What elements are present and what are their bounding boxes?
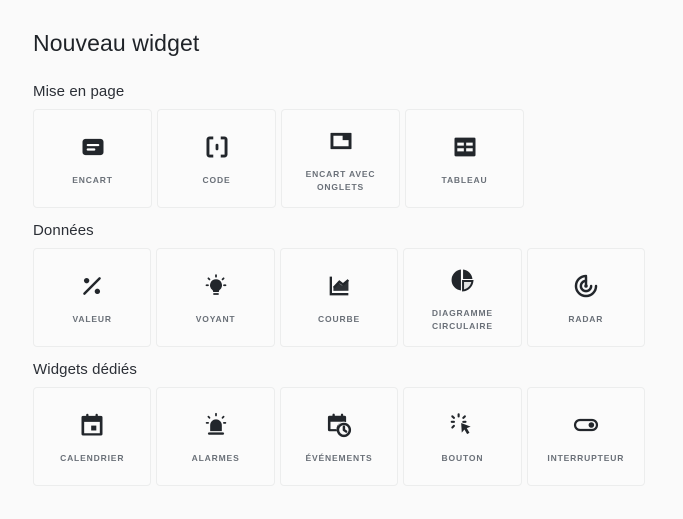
widget-card-diagramme-circulaire[interactable]: DIAGRAMME CIRCULAIRE: [403, 248, 522, 347]
widget-card-courbe[interactable]: COURBE: [279, 248, 399, 347]
widget-card-evenements[interactable]: ÉVÉNEMENTS: [279, 387, 399, 486]
section-mise-en-page: Mise en page ENCART CODE ENCART AVEC ONG…: [33, 83, 645, 208]
widget-card-label: VOYANT: [195, 314, 236, 324]
brackets-icon: [203, 130, 231, 164]
widget-card-bouton[interactable]: BOUTON: [403, 387, 522, 486]
panel-icon: [79, 130, 107, 164]
widget-card-label: ALARMES: [191, 453, 240, 463]
widget-card-radar[interactable]: RADAR: [526, 248, 646, 347]
widget-card-label: TABLEAU: [441, 175, 488, 185]
widget-card-label: INTERRUPTEUR: [547, 453, 625, 463]
page-title: Nouveau widget: [33, 30, 200, 56]
click-cursor-icon: [448, 408, 476, 442]
widget-card-label: CALENDRIER: [60, 453, 125, 463]
line-chart-icon: [325, 269, 353, 303]
section-title: Données: [33, 222, 94, 239]
percent-icon: [78, 269, 106, 303]
widget-card-row: CALENDRIER ALARMES ÉVÉNEMENTS BOUTON INT…: [33, 387, 646, 486]
widget-card-valeur[interactable]: VALEUR: [33, 248, 152, 347]
widget-card-label: CODE: [202, 175, 231, 185]
calendar-clock-icon: [325, 408, 353, 442]
section-widgets-dedies: Widgets dédiés CALENDRIER ALARMES ÉVÉNEM…: [33, 361, 646, 486]
widget-card-label: VALEUR: [72, 314, 112, 324]
section-title: Mise en page: [33, 83, 125, 100]
widget-card-interrupteur[interactable]: INTERRUPTEUR: [526, 387, 646, 486]
widget-card-encart-avec-onglets[interactable]: ENCART AVEC ONGLETS: [281, 109, 400, 208]
calendar-icon: [78, 408, 106, 442]
widget-card-code[interactable]: CODE: [157, 109, 276, 208]
radar-icon: [572, 269, 600, 303]
widget-card-calendrier[interactable]: CALENDRIER: [33, 387, 152, 486]
widget-card-voyant[interactable]: VOYANT: [156, 248, 275, 347]
widget-card-label: ENCART: [72, 175, 113, 185]
table-grid-icon: [451, 130, 479, 164]
pie-chart-icon: [448, 263, 476, 297]
widget-card-row: VALEUR VOYANT COURBE DIAGRAMME CIRCULAIR…: [33, 248, 646, 347]
widget-card-label: COURBE: [318, 314, 360, 324]
widget-card-encart[interactable]: ENCART: [33, 109, 152, 208]
widget-card-label: RADAR: [568, 314, 604, 324]
toggle-switch-icon: [572, 408, 600, 442]
widget-card-label: DIAGRAMME CIRCULAIRE: [431, 307, 493, 331]
new-widget-page: Nouveau widget Mise en page ENCART CODE …: [0, 0, 683, 486]
widget-card-label: BOUTON: [441, 453, 484, 463]
widget-card-row: ENCART CODE ENCART AVEC ONGLETS TABLEAU: [33, 109, 645, 208]
alarm-siren-icon: [202, 408, 230, 442]
section-donnees: Données VALEUR VOYANT COURBE DIAGRAMME C…: [33, 222, 646, 347]
lightbulb-icon: [202, 269, 230, 303]
widget-card-label: ÉVÉNEMENTS: [305, 453, 373, 463]
widget-card-label: ENCART AVEC ONGLETS: [305, 168, 376, 192]
widget-card-alarmes[interactable]: ALARMES: [156, 387, 275, 486]
section-title: Widgets dédiés: [33, 361, 137, 378]
tabbed-panel-icon: [327, 124, 355, 158]
widget-card-tableau[interactable]: TABLEAU: [405, 109, 524, 208]
